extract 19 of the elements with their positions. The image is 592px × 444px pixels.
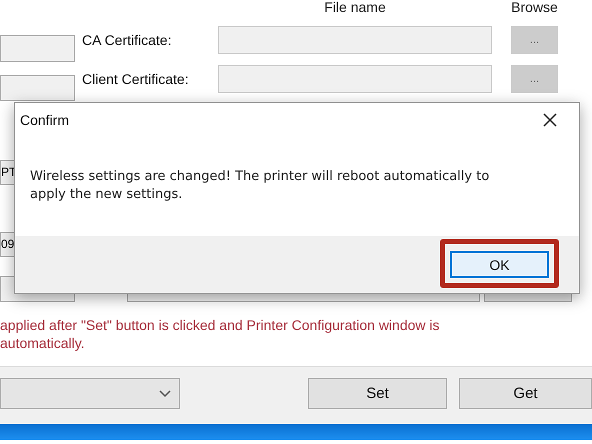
dialog-action-button[interactable]: Get bbox=[459, 378, 592, 409]
field-label: Client Certificate: bbox=[82, 71, 190, 87]
input-field[interactable] bbox=[0, 75, 75, 101]
dialog-action-button[interactable]: Set bbox=[308, 378, 447, 409]
file-name-field[interactable] bbox=[218, 26, 492, 54]
dropdown[interactable] bbox=[0, 378, 180, 409]
dialog-message: Wireless settings are changed! The printer will reboot automatically to apply the new settings. bbox=[30, 168, 490, 204]
dialog-title: Confirm bbox=[20, 112, 70, 128]
column-header: File name bbox=[323, 0, 387, 14]
file-name-field[interactable] bbox=[218, 65, 492, 93]
ok-button[interactable]: OK bbox=[450, 251, 549, 278]
warning-note: applied after "Set" button is clicked and Printer Configuration window is automatically. bbox=[0, 316, 441, 353]
chevron-down-icon bbox=[159, 390, 171, 398]
browse-button[interactable]: ... bbox=[511, 65, 558, 93]
input-field[interactable] bbox=[0, 35, 75, 62]
column-header: Browse bbox=[511, 0, 558, 14]
close-icon[interactable] bbox=[543, 113, 557, 127]
field-label: CA Certificate: bbox=[82, 32, 172, 48]
browse-button[interactable]: ... bbox=[511, 26, 558, 54]
